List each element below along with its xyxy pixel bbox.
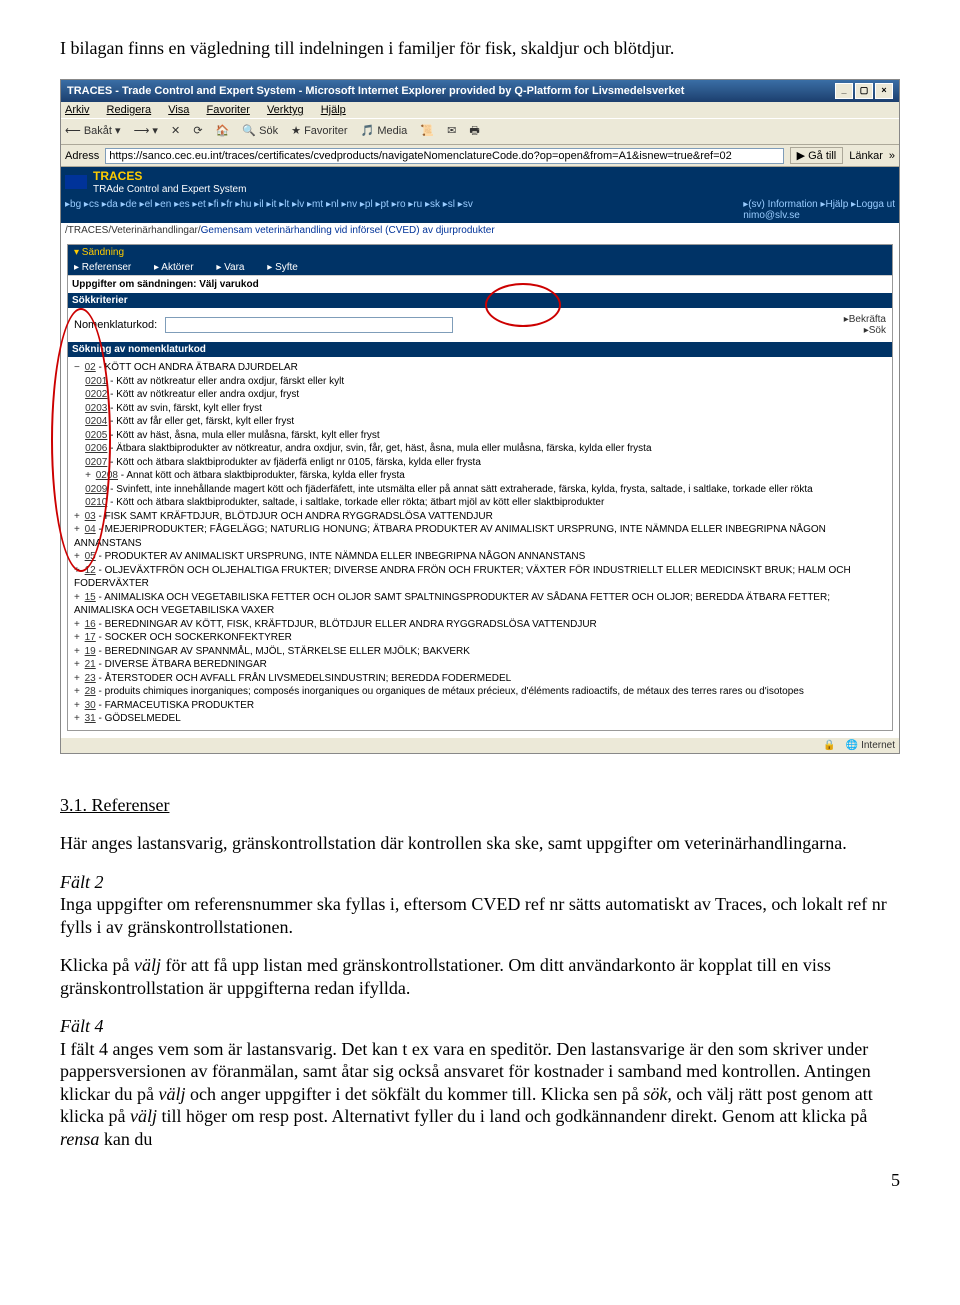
tree-line[interactable]: + 23 - ÅTERSTODER OCH AVFALL FRÅN LIVSME… <box>74 672 886 686</box>
tree-line[interactable]: + 05 - PRODUKTER AV ANIMALISKT URSPRUNG,… <box>74 550 886 564</box>
menu-bar[interactable]: Arkiv Redigera Visa Favoriter Verktyg Hj… <box>61 102 899 118</box>
window-title: TRACES - Trade Control and Expert System… <box>67 85 684 97</box>
tree-line[interactable]: + 28 - produits chimiques inorganiques; … <box>74 685 886 699</box>
btn-media[interactable]: Media <box>377 125 407 137</box>
address-input[interactable] <box>105 148 783 164</box>
search-title: Sökkriterier <box>68 293 892 308</box>
tree-line[interactable]: 0204 - Kött av får eller get, färskt, ky… <box>74 415 886 429</box>
tree-line[interactable]: + 17 - SOCKER OCH SOCKERKONFEKTYRER <box>74 631 886 645</box>
tree-line[interactable]: + 16 - BEREDNINGAR AV KÖTT, FISK, KRÄFTD… <box>74 618 886 632</box>
paragraph: Fält 4 I fält 4 anges vem som är lastans… <box>60 1015 900 1150</box>
tree-line[interactable]: 0201 - Kött av nötkreatur eller andra ox… <box>74 375 886 389</box>
tab-sandning[interactable]: ▾ Sändning <box>68 245 892 260</box>
search-button[interactable]: ▸Sök <box>844 325 886 336</box>
address-label: Adress <box>65 150 99 162</box>
paragraph: Fält 2 Inga uppgifter om referensnummer … <box>60 871 900 939</box>
tree-line[interactable]: + 03 - FISK SAMT KRÄFTDJUR, BLÖTDJUR OCH… <box>74 510 886 524</box>
minimize-icon[interactable]: _ <box>835 83 853 99</box>
tree-line[interactable]: + 12 - OLJEVÄXTFRÖN OCH OLJEHALTIGA FRUK… <box>74 564 886 591</box>
address-bar[interactable]: Adress ▶ Gå till Länkar » <box>61 145 899 167</box>
language-links[interactable]: ▸bg ▸cs ▸da ▸de ▸el ▸en ▸es ▸et ▸fi ▸fr … <box>65 199 473 221</box>
user-email: nimo@slv.se <box>743 210 800 221</box>
tab-aktorer[interactable]: ▸ Aktörer <box>154 262 193 273</box>
tree-line[interactable]: + 21 - DIVERSE ÄTBARA BEREDNINGAR <box>74 658 886 672</box>
menu-hjalp[interactable]: Hjälp <box>321 104 346 116</box>
btn-back[interactable]: Bakåt <box>84 125 112 137</box>
tree-line[interactable]: + 15 - ANIMALISKA OCH VEGETABILISKA FETT… <box>74 591 886 618</box>
intro-text: I bilagan finns en vägledning till indel… <box>60 38 900 59</box>
tree-line[interactable]: 0207 - Kött och ätbara slaktbiprodukter … <box>74 456 886 470</box>
header-right-links[interactable]: ▸(sv) Information ▸Hjälp ▸Logga ut <box>743 199 895 210</box>
tab-referenser[interactable]: ▸ Referenser <box>74 262 131 273</box>
tab-syfte[interactable]: ▸ Syfte <box>267 262 298 273</box>
tree-line[interactable]: + 0208 - Annat kött och ätbara slaktbipr… <box>74 469 886 483</box>
tree-line[interactable]: + 19 - BEREDNINGAR AV SPANNMÅL, MJÖL, ST… <box>74 645 886 659</box>
breadcrumb-link[interactable]: Gemensam veterinärhandling vid införsel … <box>201 225 495 236</box>
tree-line[interactable]: 0203 - Kött av svin, färskt, kylt eller … <box>74 402 886 416</box>
section-heading: 3.1. Referenser <box>60 794 900 817</box>
btn-search[interactable]: Sök <box>259 125 278 137</box>
menu-visa[interactable]: Visa <box>168 104 189 116</box>
menu-arkiv[interactable]: Arkiv <box>65 104 89 116</box>
toolbar[interactable]: ⟵ Bakåt ▾ ⟶ ▾ ✕ ⟳ 🏠 🔍 Sök ★ Favoriter 🎵 … <box>61 118 899 145</box>
menu-verktyg[interactable]: Verktyg <box>267 104 304 116</box>
traces-brand: TRACES <box>93 169 142 183</box>
tree-line[interactable]: + 04 - MEJERIPRODUKTER; FÅGELÄGG; NATURL… <box>74 523 886 550</box>
paragraph: Här anges lastansvarig, gränskontrollsta… <box>60 832 900 855</box>
tab-vara[interactable]: ▸ Vara <box>216 262 244 273</box>
search-label: Nomenklaturkod: <box>74 319 157 331</box>
page-number: 5 <box>0 1170 900 1191</box>
tree-line[interactable]: 0206 - Ätbara slaktbiprodukter av nötkre… <box>74 442 886 456</box>
tree-line[interactable]: − 02 - KÖTT OCH ANDRA ÄTBARA DJURDELAR <box>74 361 886 375</box>
go-button[interactable]: ▶ Gå till <box>790 147 844 164</box>
breadcrumb: /TRACES/Veterinärhandlingar/Gemensam vet… <box>61 223 899 238</box>
btn-fav[interactable]: Favoriter <box>304 125 347 137</box>
tree-line[interactable]: 0202 - Kött av nötkreatur eller andra ox… <box>74 388 886 402</box>
tree-line[interactable]: + 31 - GÖDSELMEDEL <box>74 712 886 726</box>
section-title: Uppgifter om sändningen: Välj varukod <box>68 275 892 293</box>
status-bar: 🔒 🌐 Internet <box>61 737 899 753</box>
close-icon[interactable]: × <box>875 83 893 99</box>
nomenclature-input[interactable] <box>165 317 453 333</box>
window-controls[interactable]: _▢× <box>833 83 893 99</box>
tree-line[interactable]: 0210 - Kött och ätbara slaktbiprodukter,… <box>74 496 886 510</box>
confirm-button[interactable]: ▸Bekräfta <box>844 314 886 325</box>
result-tree[interactable]: − 02 - KÖTT OCH ANDRA ÄTBARA DJURDELAR 0… <box>68 357 892 730</box>
status-zone: Internet <box>861 740 895 751</box>
lock-icon: 🔒 <box>823 740 835 751</box>
tree-line[interactable]: 0205 - Kött av häst, åsna, mula eller mu… <box>74 429 886 443</box>
result-title: Sökning av nomenklaturkod <box>68 342 892 357</box>
links-label[interactable]: Länkar <box>849 150 883 162</box>
tree-line[interactable]: + 30 - FARMACEUTISKA PRODUKTER <box>74 699 886 713</box>
browser-window: TRACES - Trade Control and Expert System… <box>60 79 900 754</box>
traces-brand-sub: TRAde Control and Expert System <box>93 184 246 195</box>
menu-favoriter[interactable]: Favoriter <box>206 104 249 116</box>
maximize-icon[interactable]: ▢ <box>855 83 873 99</box>
menu-redigera[interactable]: Redigera <box>107 104 152 116</box>
tree-line[interactable]: 0209 - Svinfett, inte innehållande mager… <box>74 483 886 497</box>
eu-flag-icon <box>65 175 87 189</box>
paragraph: Klicka på välj för att få upp listan med… <box>60 954 900 999</box>
